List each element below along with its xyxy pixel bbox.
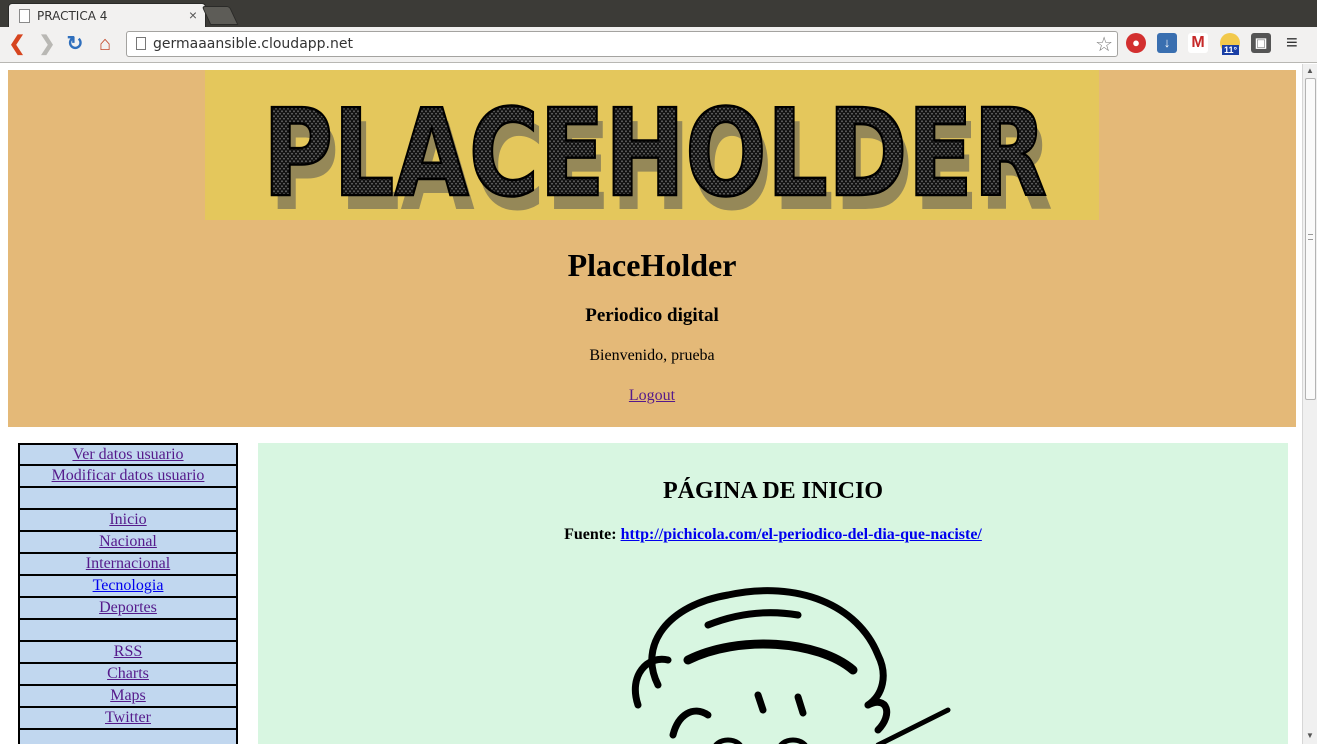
- weather-temperature: 11°: [1222, 45, 1240, 55]
- scroll-up-arrow-icon[interactable]: ▲: [1306, 66, 1314, 75]
- gmail-icon[interactable]: M: [1188, 33, 1208, 53]
- logo-text: PLACEHOLDER: [263, 83, 1047, 220]
- page-title: PÁGINA DE INICIO: [662, 478, 884, 504]
- sidebar-item-deportes: Deportes: [18, 597, 238, 619]
- close-icon[interactable]: ×: [189, 7, 197, 23]
- sidebar-item-modificar-datos-usuario: Modificar datos usuario: [18, 465, 238, 487]
- sidebar-menu: Ver datos usuario Modificar datos usuari…: [18, 443, 238, 744]
- sidebar-spacer: [18, 619, 238, 641]
- sidebar-item-inicio: Inicio: [18, 509, 238, 531]
- weather-icon[interactable]: 11°: [1220, 33, 1240, 55]
- url-text[interactable]: germaaansible.cloudapp.net: [153, 36, 353, 52]
- back-icon[interactable]: ❮: [6, 33, 28, 55]
- sidebar-link[interactable]: Ver datos usuario: [72, 446, 183, 463]
- vertical-scrollbar[interactable]: ▲ ▼: [1302, 64, 1317, 744]
- stop-extension-icon[interactable]: ●: [1126, 33, 1146, 53]
- glasses-extension-icon[interactable]: ▣: [1251, 33, 1271, 53]
- tab-strip: PRACTICA 4 ×: [0, 0, 1317, 27]
- boy-cartoon-image: [631, 587, 951, 744]
- sidebar-link[interactable]: Deportes: [99, 599, 157, 616]
- sidebar-link[interactable]: Tecnologia: [93, 577, 164, 594]
- source-link[interactable]: http://pichicola.com/el-periodico-del-di…: [621, 526, 982, 543]
- sidebar-item-nacional: Nacional: [18, 531, 238, 553]
- sidebar-spacer: [18, 729, 238, 744]
- sidebar-item-tecnologia: Tecnologia: [18, 575, 238, 597]
- sidebar-item-rss: RSS: [18, 641, 238, 663]
- page-icon: [19, 9, 30, 23]
- sidebar-item-internacional: Internacional: [18, 553, 238, 575]
- page-viewport: PLACEHOLDER PLACEHOLDER PlaceHolder Peri…: [0, 64, 1302, 744]
- welcome-message: Bienvenido, prueba: [589, 347, 715, 364]
- sidebar-item-charts: Charts: [18, 663, 238, 685]
- main-content: PÁGINA DE INICIO Fuente: http://pichicol…: [258, 443, 1288, 744]
- scroll-thumb[interactable]: [1305, 78, 1316, 400]
- reload-icon[interactable]: ↻: [64, 33, 86, 55]
- sidebar-link[interactable]: Inicio: [109, 511, 146, 528]
- logo-banner: PLACEHOLDER PLACEHOLDER: [205, 70, 1099, 220]
- forward-icon[interactable]: ❯: [36, 33, 58, 55]
- browser-toolbar: ❮ ❯ ↻ ⌂ germaaansible.cloudapp.net ☆ ● ↓…: [0, 27, 1317, 63]
- source-label: Fuente:: [564, 526, 617, 543]
- sidebar-link[interactable]: Nacional: [99, 533, 157, 550]
- download-extension-icon[interactable]: ↓: [1157, 33, 1177, 53]
- sidebar-link[interactable]: Modificar datos usuario: [52, 467, 205, 484]
- scroll-down-arrow-icon[interactable]: ▼: [1306, 731, 1314, 740]
- tab-title: PRACTICA 4: [37, 9, 108, 23]
- new-tab-button[interactable]: [201, 6, 239, 25]
- source-line: Fuente: http://pichicola.com/el-periodic…: [258, 526, 1288, 544]
- sidebar-link[interactable]: Charts: [107, 665, 149, 682]
- page-icon: [136, 37, 146, 50]
- sidebar-item-maps: Maps: [18, 685, 238, 707]
- sidebar-item-ver-datos-usuario: Ver datos usuario: [18, 443, 238, 465]
- sidebar-spacer: [18, 487, 238, 509]
- address-bar[interactable]: germaaansible.cloudapp.net ☆: [126, 31, 1118, 57]
- bookmark-star-icon[interactable]: ☆: [1095, 32, 1113, 57]
- sidebar-link[interactable]: Internacional: [86, 555, 170, 572]
- browser-tab[interactable]: PRACTICA 4 ×: [8, 3, 206, 27]
- home-icon[interactable]: ⌂: [94, 33, 116, 55]
- menu-icon[interactable]: ≡: [1286, 32, 1298, 55]
- site-title: PlaceHolder: [567, 247, 737, 283]
- logout-link[interactable]: Logout: [629, 387, 675, 404]
- scroll-grip-icon: [1308, 234, 1313, 240]
- sidebar-link[interactable]: RSS: [114, 643, 142, 660]
- sidebar-link[interactable]: Maps: [110, 687, 146, 704]
- sidebar-item-twitter: Twitter: [18, 707, 238, 729]
- site-subtitle: Periodico digital: [585, 305, 719, 326]
- sidebar-link[interactable]: Twitter: [105, 709, 151, 726]
- placeholder-logo: PLACEHOLDER PLACEHOLDER: [262, 82, 1053, 220]
- site-header: PLACEHOLDER PLACEHOLDER PlaceHolder Peri…: [8, 70, 1296, 427]
